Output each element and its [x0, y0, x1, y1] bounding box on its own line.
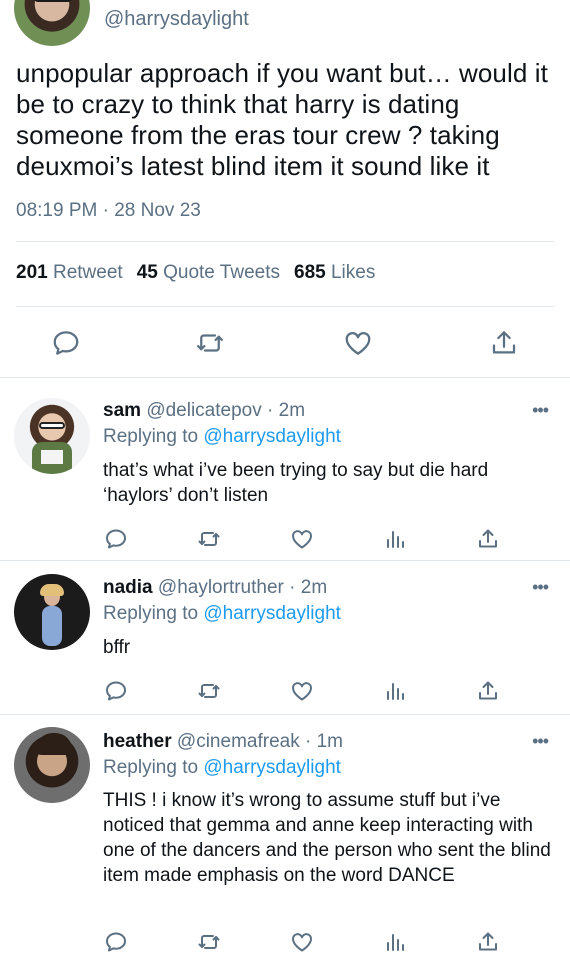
reply-text: that’s what i’ve been trying to say but … — [103, 460, 489, 506]
like-icon[interactable] — [290, 527, 314, 551]
main-tweet-text: unpopular approach if you want but… woul… — [16, 58, 548, 181]
replying-to: Replying to @harrysdaylight — [103, 757, 341, 779]
reply-avatar[interactable] — [14, 574, 90, 650]
retweet-icon[interactable] — [197, 527, 221, 551]
reply-author-name[interactable]: sam — [103, 400, 141, 421]
like-icon[interactable] — [343, 328, 373, 358]
divider — [0, 377, 570, 378]
more-options-icon[interactable]: ••• — [532, 577, 549, 598]
reply-icon[interactable] — [51, 328, 81, 358]
share-icon[interactable] — [476, 930, 500, 954]
reply-author-handle[interactable]: @delicatepov — [146, 400, 261, 421]
avatar-shirt-print-graphic — [41, 450, 63, 464]
divider — [16, 241, 554, 242]
replying-to-prefix: Replying to — [103, 757, 199, 778]
more-options-icon[interactable]: ••• — [532, 731, 549, 752]
like-count: 685 — [294, 262, 326, 283]
share-icon[interactable] — [489, 328, 519, 358]
reply-header: nadia @haylortruther · 2m — [103, 577, 327, 599]
retweet-stat[interactable]: 201 Retweet — [16, 262, 123, 283]
like-label: Likes — [330, 262, 376, 283]
reply-author-handle[interactable]: @cinemafreak — [177, 731, 300, 752]
like-icon[interactable] — [290, 930, 314, 954]
avatar-hair-graphic — [40, 584, 64, 596]
retweet-icon[interactable] — [197, 679, 221, 703]
retweet-icon[interactable] — [197, 930, 221, 954]
main-tweet-timestamp[interactable]: 08:19 PM · 28 Nov 23 — [16, 200, 201, 222]
like-stat[interactable]: 685 Likes — [294, 262, 375, 283]
analytics-icon[interactable] — [383, 930, 407, 954]
tweet-stats: 201 Retweet 45 Quote Tweets 685 Likes — [16, 262, 375, 284]
reply-header: heather @cinemafreak · 1m — [103, 731, 343, 753]
reply-time: · 1m — [304, 731, 343, 752]
avatar-glasses-graphic — [39, 422, 65, 429]
replying-to-prefix: Replying to — [103, 426, 199, 447]
reply-time: · 2m — [289, 577, 328, 598]
avatar-hair-graphic — [36, 733, 72, 755]
main-tweet-avatar[interactable] — [14, 0, 90, 46]
divider — [16, 306, 554, 307]
quote-stat[interactable]: 45 Quote Tweets — [137, 262, 280, 283]
analytics-icon[interactable] — [383, 679, 407, 703]
reply-author-name[interactable]: nadia — [103, 577, 153, 598]
share-icon[interactable] — [476, 679, 500, 703]
reply-time: · 2m — [267, 400, 306, 421]
divider — [0, 714, 570, 715]
reply-header: sam @delicatepov · 2m — [103, 400, 305, 422]
replying-to: Replying to @harrysdaylight — [103, 603, 341, 625]
reply-text: THIS ! i know it’s wrong to assume stuff… — [103, 790, 551, 886]
reply-icon[interactable] — [104, 930, 128, 954]
quote-count: 45 — [136, 262, 158, 283]
sunglasses-graphic — [34, 0, 72, 2]
retweet-label: Retweet — [52, 262, 123, 283]
avatar-dress-graphic — [42, 606, 62, 646]
reply-text: bffr — [103, 637, 131, 658]
more-options-icon[interactable]: ••• — [532, 400, 549, 421]
analytics-icon[interactable] — [383, 527, 407, 551]
like-icon[interactable] — [290, 679, 314, 703]
reply-icon[interactable] — [104, 527, 128, 551]
replying-to-prefix: Replying to — [103, 603, 199, 624]
share-icon[interactable] — [476, 527, 500, 551]
retweet-icon[interactable] — [195, 328, 225, 358]
main-tweet-handle[interactable]: @harrysdaylight — [104, 8, 249, 31]
reply-author-name[interactable]: heather — [103, 731, 172, 752]
replying-to-link[interactable]: @harrysdaylight — [203, 603, 341, 624]
reply-avatar[interactable] — [14, 398, 90, 474]
reply-icon[interactable] — [104, 679, 128, 703]
reply-author-handle[interactable]: @haylortruther — [158, 577, 284, 598]
quote-label: Quote Tweets — [163, 262, 280, 283]
replying-to-link[interactable]: @harrysdaylight — [203, 426, 341, 447]
main-tweet-actions — [0, 322, 570, 362]
replying-to: Replying to @harrysdaylight — [103, 426, 341, 448]
retweet-count: 201 — [16, 262, 48, 283]
divider — [0, 560, 570, 561]
reply-avatar[interactable] — [14, 727, 90, 803]
replying-to-link[interactable]: @harrysdaylight — [203, 757, 341, 778]
